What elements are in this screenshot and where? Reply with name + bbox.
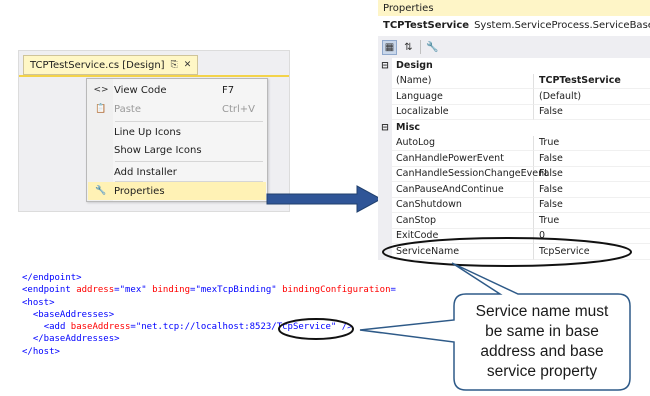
callout-line: address and base: [480, 343, 604, 360]
callout-text: Service name must be same in base addres…: [454, 298, 630, 386]
callout-line: Service name must: [475, 303, 609, 320]
callout-line: service property: [486, 363, 598, 380]
callout-line: be same in base: [485, 323, 599, 340]
